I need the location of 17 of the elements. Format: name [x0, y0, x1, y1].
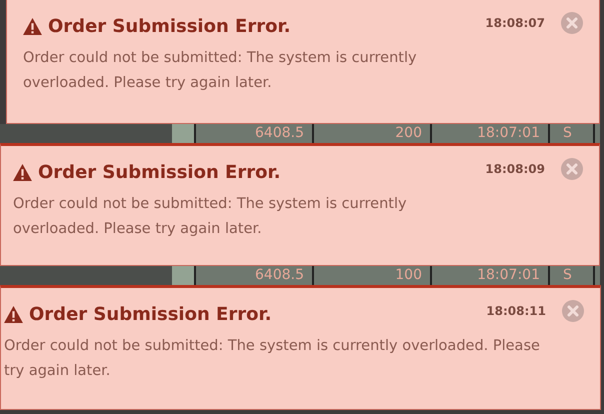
table-cell: [172, 266, 196, 285]
warning-icon: [4, 306, 23, 322]
notification-time: 18:08:07: [485, 16, 545, 30]
close-icon[interactable]: [562, 300, 584, 322]
notification-message: Order could not be submitted: The system is currently overloaded. Please try again later.: [4, 337, 541, 381]
notification-title: Order Submission Error.: [48, 16, 291, 36]
warning-icon: [13, 164, 32, 180]
close-icon[interactable]: [561, 12, 583, 34]
notification-title: Order Submission Error.: [29, 304, 272, 324]
notification-time: 18:08:09: [485, 162, 545, 176]
notification-title: Order Submission Error.: [38, 162, 281, 182]
notification-message: Order could not be submitted: The system is currently overloaded. Please try again later.: [13, 195, 408, 239]
warning-icon: [23, 18, 42, 34]
close-icon[interactable]: [561, 158, 583, 180]
table-cell: [172, 124, 196, 143]
notification-message: Order could not be submitted: The system is currently overloaded. Please try again later.: [23, 49, 418, 93]
notification-time: 18:08:11: [486, 304, 546, 318]
